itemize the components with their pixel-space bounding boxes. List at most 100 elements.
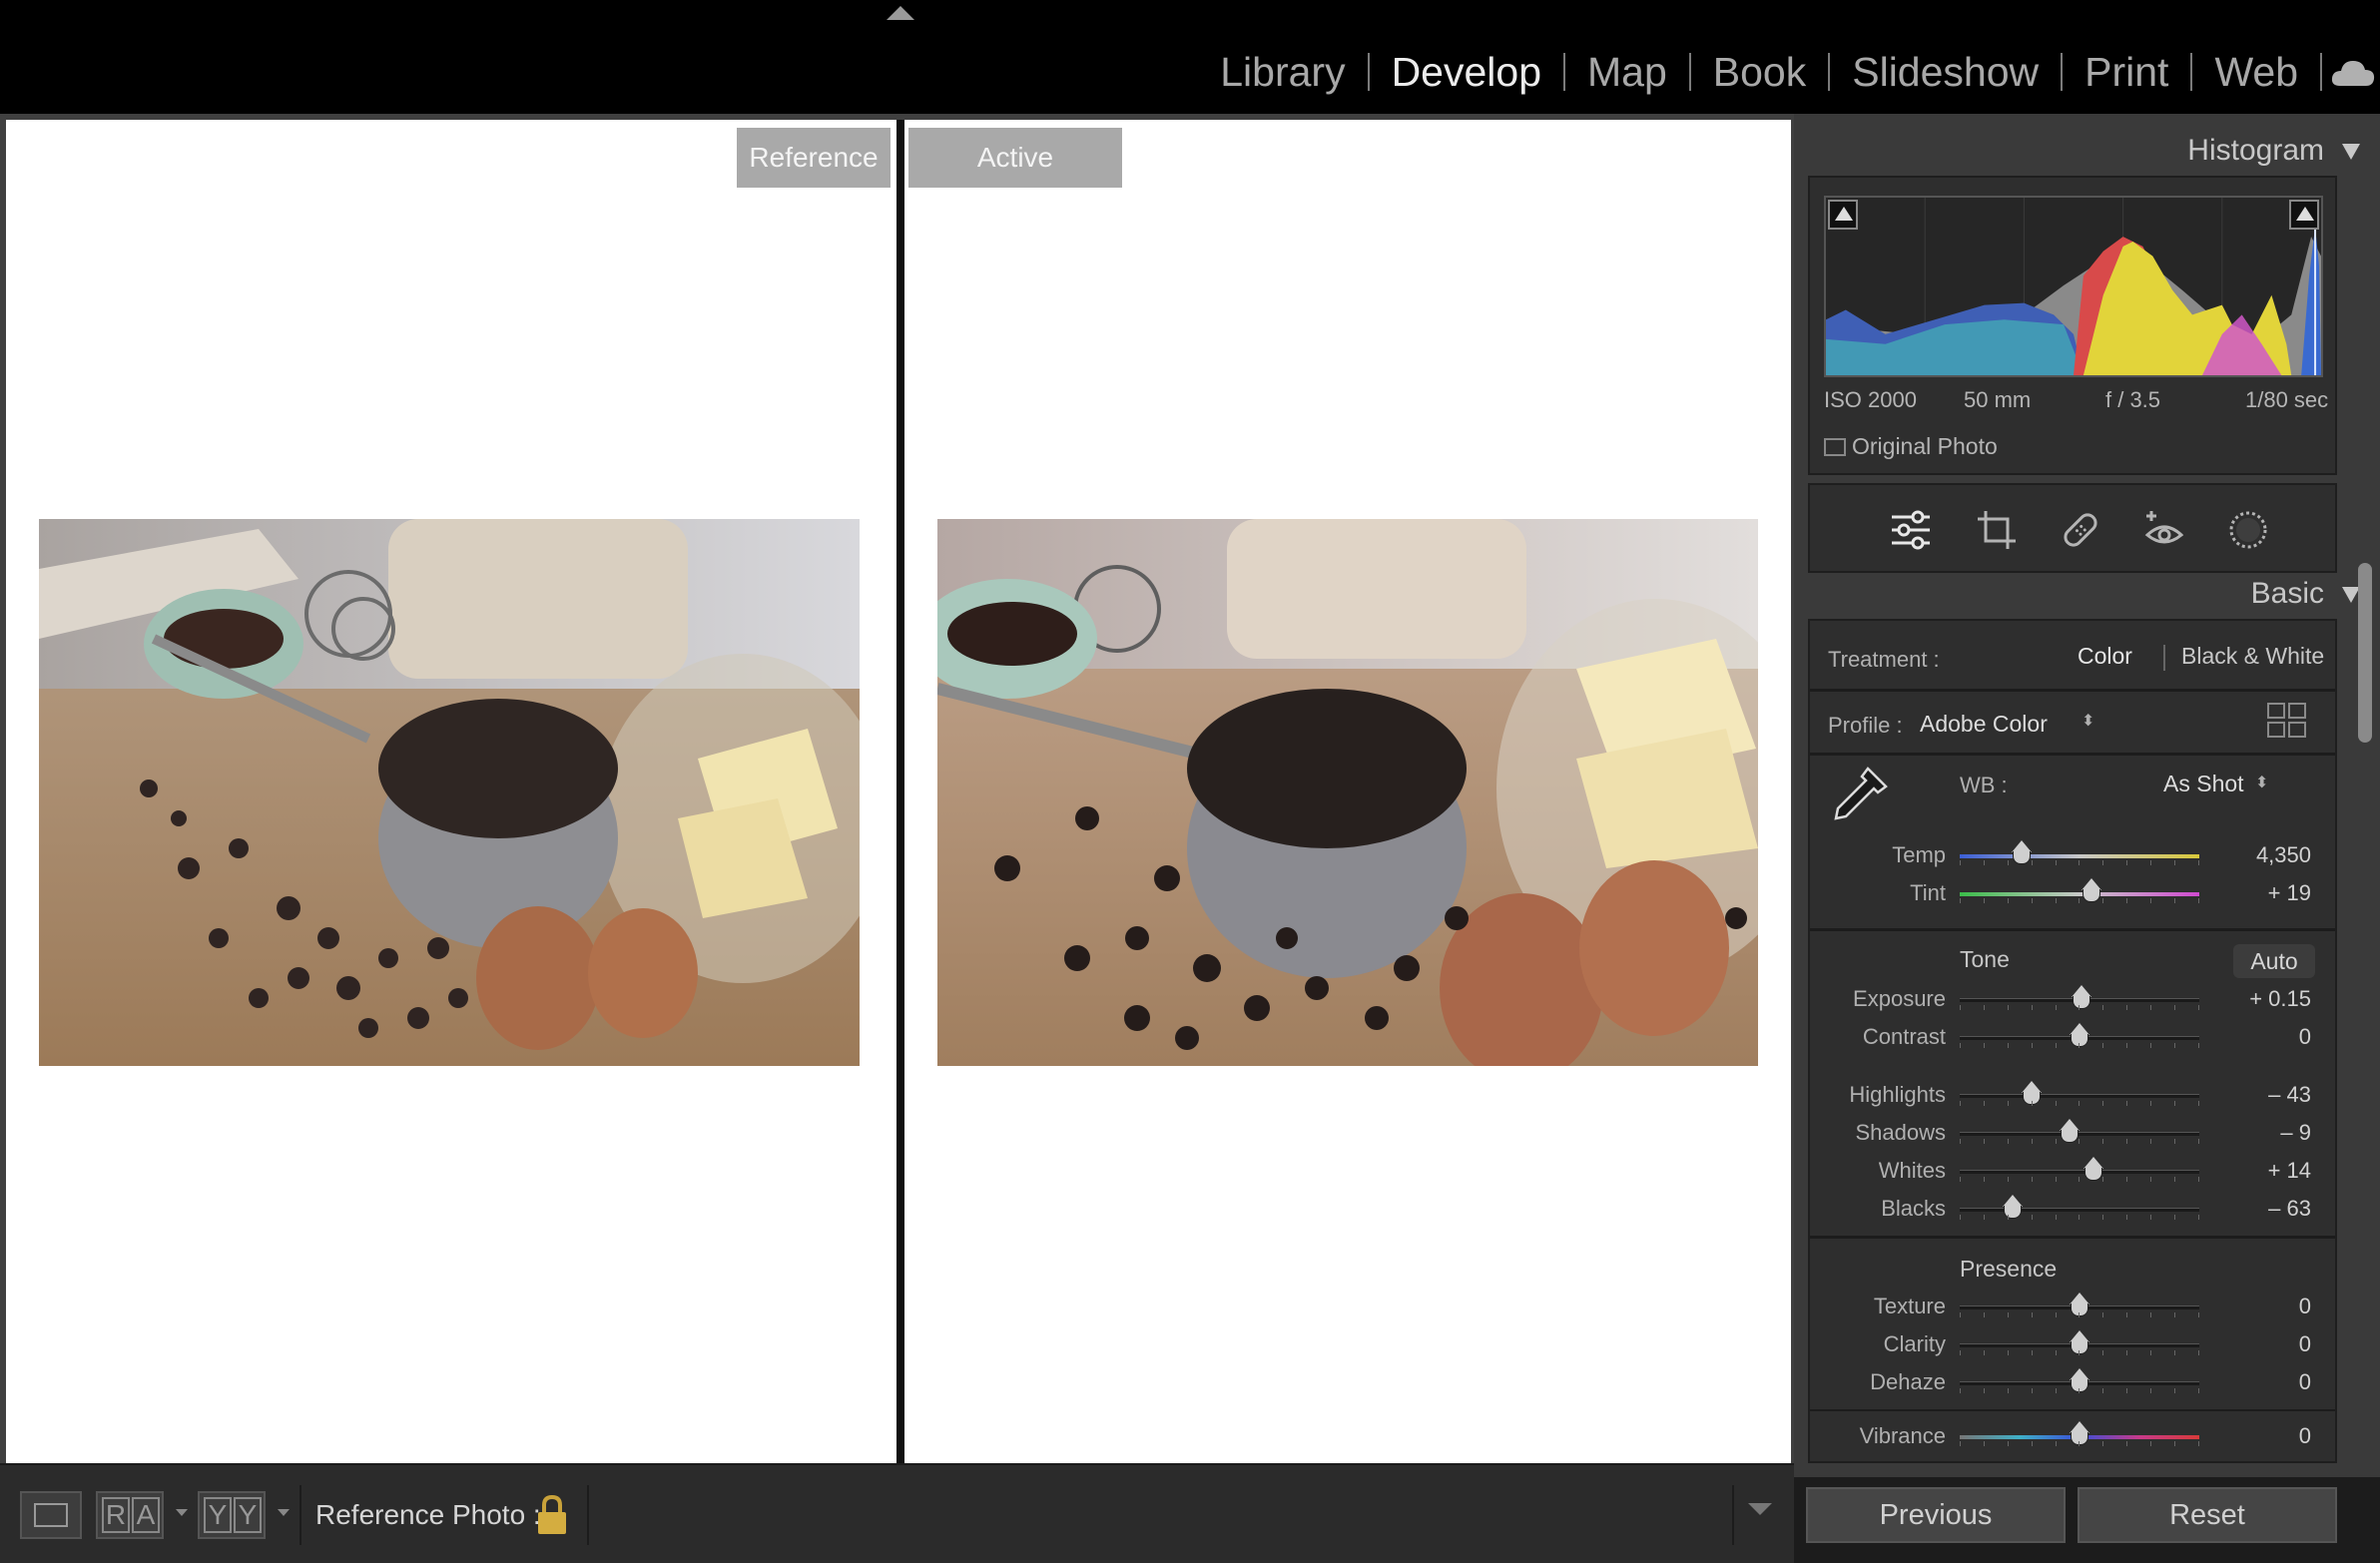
module-separator bbox=[2320, 53, 2322, 91]
sliders-icon[interactable] bbox=[1888, 507, 1934, 553]
mask-icon[interactable] bbox=[2225, 507, 2271, 553]
clarity-value[interactable]: 0 bbox=[2299, 1331, 2311, 1357]
blacks-slider[interactable] bbox=[1960, 1195, 2199, 1220]
panel-scrollbar[interactable] bbox=[2358, 563, 2372, 743]
blacks-value[interactable]: – 63 bbox=[2268, 1196, 2311, 1222]
lock-icon[interactable] bbox=[535, 1493, 569, 1537]
histogram-header[interactable]: Histogram bbox=[2187, 134, 2360, 168]
vibrance-slider[interactable] bbox=[1960, 1421, 2199, 1446]
active-photo bbox=[937, 519, 1758, 1066]
vibrance-value[interactable]: 0 bbox=[2299, 1423, 2311, 1449]
clarity-slider[interactable] bbox=[1960, 1330, 2199, 1355]
collapse-triangle-icon[interactable] bbox=[2342, 144, 2360, 161]
module-print[interactable]: Print bbox=[2063, 44, 2190, 100]
treatment-bw-option[interactable]: Black & White bbox=[2181, 643, 2324, 670]
wb-updown-icon[interactable]: ⬍ bbox=[2255, 773, 2268, 792]
blacks-label: Blacks bbox=[1881, 1196, 1946, 1221]
vibrance-label: Vibrance bbox=[1859, 1423, 1946, 1448]
ra-dropdown-icon[interactable] bbox=[176, 1509, 188, 1516]
contrast-slider[interactable] bbox=[1960, 1023, 2199, 1048]
temp-value[interactable]: 4,350 bbox=[2256, 842, 2311, 868]
slider-tick bbox=[1960, 860, 1961, 865]
slider-tick bbox=[2007, 1388, 2009, 1393]
slider-tick bbox=[2174, 1215, 2176, 1220]
dehaze-slider[interactable] bbox=[1960, 1368, 2199, 1393]
tint-value[interactable]: + 19 bbox=[2268, 880, 2311, 906]
yy-dropdown-icon[interactable] bbox=[278, 1509, 290, 1516]
histogram-graph[interactable] bbox=[1824, 196, 2323, 377]
slider-tick bbox=[2102, 1101, 2104, 1106]
contrast-value[interactable]: 0 bbox=[2299, 1024, 2311, 1050]
slider-tick bbox=[2055, 898, 2057, 903]
before-after-view-button[interactable]: Y Y bbox=[198, 1491, 266, 1539]
texture-slider[interactable] bbox=[1960, 1293, 2199, 1317]
slider-tick bbox=[2055, 1005, 2057, 1010]
active-pane[interactable]: Active bbox=[904, 120, 1791, 1463]
slider-tick bbox=[2031, 1005, 2033, 1010]
highlights-slider[interactable] bbox=[1960, 1081, 2199, 1106]
collapse-top-panel-icon[interactable] bbox=[887, 6, 914, 20]
slider-tick bbox=[2055, 1312, 2057, 1317]
toolbar-menu-icon[interactable] bbox=[1748, 1503, 1772, 1515]
crop-icon[interactable] bbox=[1974, 507, 2020, 553]
slider-tick bbox=[2055, 1177, 2057, 1182]
shadow-clipping-toggle[interactable] bbox=[1828, 200, 1858, 230]
original-photo-toggle[interactable]: Original Photo bbox=[1824, 433, 1998, 460]
reset-button[interactable]: Reset bbox=[2078, 1487, 2337, 1543]
slider-tick bbox=[2102, 1215, 2104, 1220]
clarity-label: Clarity bbox=[1883, 1331, 1946, 1356]
slider-tick bbox=[2031, 898, 2033, 903]
compare-divider bbox=[896, 120, 904, 1463]
slider-tick bbox=[2197, 1177, 2199, 1182]
slider-tick bbox=[2126, 1441, 2128, 1446]
ra-glyph-r: R bbox=[102, 1497, 130, 1533]
cloud-icon[interactable] bbox=[2330, 56, 2376, 88]
tint-slider[interactable] bbox=[1960, 878, 2199, 903]
slider-tick bbox=[2197, 860, 2199, 865]
healing-icon[interactable] bbox=[2058, 507, 2103, 553]
module-web[interactable]: Web bbox=[2192, 44, 2320, 100]
loupe-view-button[interactable] bbox=[20, 1491, 82, 1539]
auto-tone-button[interactable]: Auto bbox=[2233, 944, 2315, 978]
dehaze-label: Dehaze bbox=[1870, 1369, 1946, 1394]
module-slideshow[interactable]: Slideshow bbox=[1830, 44, 2061, 100]
slider-tick bbox=[2007, 1441, 2009, 1446]
previous-button[interactable]: Previous bbox=[1806, 1487, 2066, 1543]
highlights-value[interactable]: – 43 bbox=[2268, 1082, 2311, 1108]
profile-select[interactable]: Adobe Color bbox=[1920, 711, 2048, 738]
exposure-slider[interactable] bbox=[1960, 985, 2199, 1010]
shadows-value[interactable]: – 9 bbox=[2280, 1120, 2311, 1146]
basic-header[interactable]: Basic bbox=[2251, 577, 2360, 611]
slider-ticks bbox=[1960, 860, 2199, 865]
module-map[interactable]: Map bbox=[1565, 44, 1689, 100]
texture-value[interactable]: 0 bbox=[2299, 1294, 2311, 1319]
eyedropper-icon[interactable] bbox=[1826, 763, 1892, 828]
toolbar-menu-button[interactable] bbox=[1732, 1485, 1786, 1545]
profile-updown-icon[interactable]: ⬍ bbox=[2082, 711, 2094, 731]
profile-label: Profile : bbox=[1828, 713, 1903, 738]
dehaze-value[interactable]: 0 bbox=[2299, 1369, 2311, 1395]
wb-select[interactable]: As Shot bbox=[2163, 771, 2244, 797]
slider-tick bbox=[2031, 1101, 2033, 1106]
slider-tick bbox=[2197, 1101, 2199, 1106]
module-develop[interactable]: Develop bbox=[1370, 44, 1563, 100]
grid-icon[interactable] bbox=[2267, 703, 2307, 739]
reference-active-view-button[interactable]: R A bbox=[96, 1491, 164, 1539]
treatment-color-option[interactable]: Color bbox=[2078, 643, 2132, 670]
exif-aperture: f / 3.5 bbox=[2105, 387, 2161, 412]
whites-value[interactable]: + 14 bbox=[2268, 1158, 2311, 1184]
reference-pane[interactable]: Reference bbox=[6, 120, 896, 1463]
exposure-value[interactable]: + 0.15 bbox=[2249, 986, 2311, 1012]
original-photo-checkbox[interactable] bbox=[1824, 438, 1846, 456]
slider-tick bbox=[2055, 1388, 2057, 1393]
exif-iso: ISO 2000 bbox=[1824, 387, 1917, 412]
whites-slider[interactable] bbox=[1960, 1157, 2199, 1182]
slider-tick bbox=[1983, 1139, 1985, 1144]
temp-slider[interactable] bbox=[1960, 840, 2199, 865]
highlight-clipping-toggle[interactable] bbox=[2289, 200, 2319, 230]
redeye-icon[interactable] bbox=[2141, 507, 2187, 553]
shadows-slider[interactable] bbox=[1960, 1119, 2199, 1144]
module-book[interactable]: Book bbox=[1691, 44, 1828, 100]
slider-tick bbox=[2126, 1043, 2128, 1048]
module-library[interactable]: Library bbox=[1198, 44, 1367, 100]
